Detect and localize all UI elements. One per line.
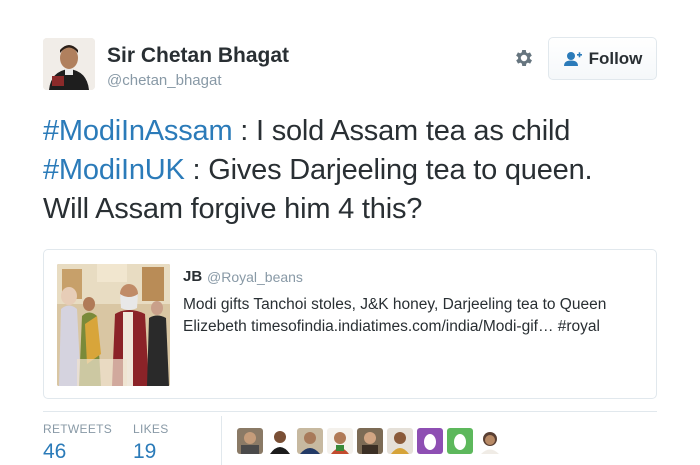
quoted-text-line: Elizebeth timesofindia.indiatimes.com/in… <box>183 318 600 335</box>
author-name[interactable]: Sir Chetan Bhagat <box>107 44 289 68</box>
default-egg-avatar[interactable] <box>417 428 443 454</box>
tweet-line: #ModiInAssam : I sold Assam tea as child <box>43 112 663 151</box>
retweets-label: RETWEETS <box>43 422 113 436</box>
quoted-text-line: Modi gifts Tanchoi stoles, J&K honey, Da… <box>183 296 607 313</box>
follow-button-label: Follow <box>588 48 643 68</box>
tweet-line-text: : Gives Darjeeling tea to queen. <box>184 154 593 186</box>
quoted-tweet-text: Modi gifts Tanchoi stoles, J&K honey, Da… <box>183 294 643 338</box>
author-avatar[interactable] <box>43 38 95 90</box>
tweet-line-text: : I sold Assam tea as child <box>232 115 571 147</box>
liker-avatar[interactable] <box>237 428 263 454</box>
quoted-tweet-image[interactable] <box>57 264 170 386</box>
likes-count: 19 <box>133 440 157 463</box>
gear-icon[interactable] <box>513 47 535 69</box>
default-egg-avatar[interactable] <box>447 428 473 454</box>
liker-avatar[interactable] <box>477 428 503 454</box>
liker-avatar[interactable] <box>297 428 323 454</box>
tweet-text: #ModiInAssam : I sold Assam tea as child… <box>43 112 663 229</box>
liker-avatar[interactable] <box>387 428 413 454</box>
tweet-line-text: Will Assam forgive him 4 this? <box>43 193 423 225</box>
hashtag-link[interactable]: #ModiInUK <box>43 154 185 186</box>
retweets-count: 46 <box>43 440 67 463</box>
liker-avatar[interactable] <box>327 428 353 454</box>
likers-avatars <box>237 428 503 454</box>
liker-avatar[interactable] <box>357 428 383 454</box>
likes-stat[interactable]: LIKES 19 <box>133 422 169 464</box>
divider <box>43 411 657 412</box>
follow-button[interactable]: Follow <box>548 37 657 80</box>
quoted-author-handle[interactable]: @Royal_beans <box>207 269 303 285</box>
hashtag-link[interactable]: #ModiInAssam <box>43 115 233 147</box>
liker-avatar[interactable] <box>267 428 293 454</box>
add-user-icon <box>563 51 582 66</box>
author-handle[interactable]: @chetan_bhagat <box>107 72 222 89</box>
retweets-stat[interactable]: RETWEETS 46 <box>43 422 112 464</box>
stats-separator <box>221 416 222 465</box>
tweet-card: Sir Chetan Bhagat @chetan_bhagat Follow … <box>0 0 700 465</box>
avatar-image <box>43 38 95 90</box>
quoted-author-name[interactable]: JB <box>183 268 202 285</box>
quoted-tweet[interactable]: JB @Royal_beans Modi gifts Tanchoi stole… <box>43 249 657 399</box>
tweet-line: Will Assam forgive him 4 this? <box>43 190 663 229</box>
likes-label: LIKES <box>133 422 169 436</box>
tweet-line: #ModiInUK : Gives Darjeeling tea to quee… <box>43 151 663 190</box>
